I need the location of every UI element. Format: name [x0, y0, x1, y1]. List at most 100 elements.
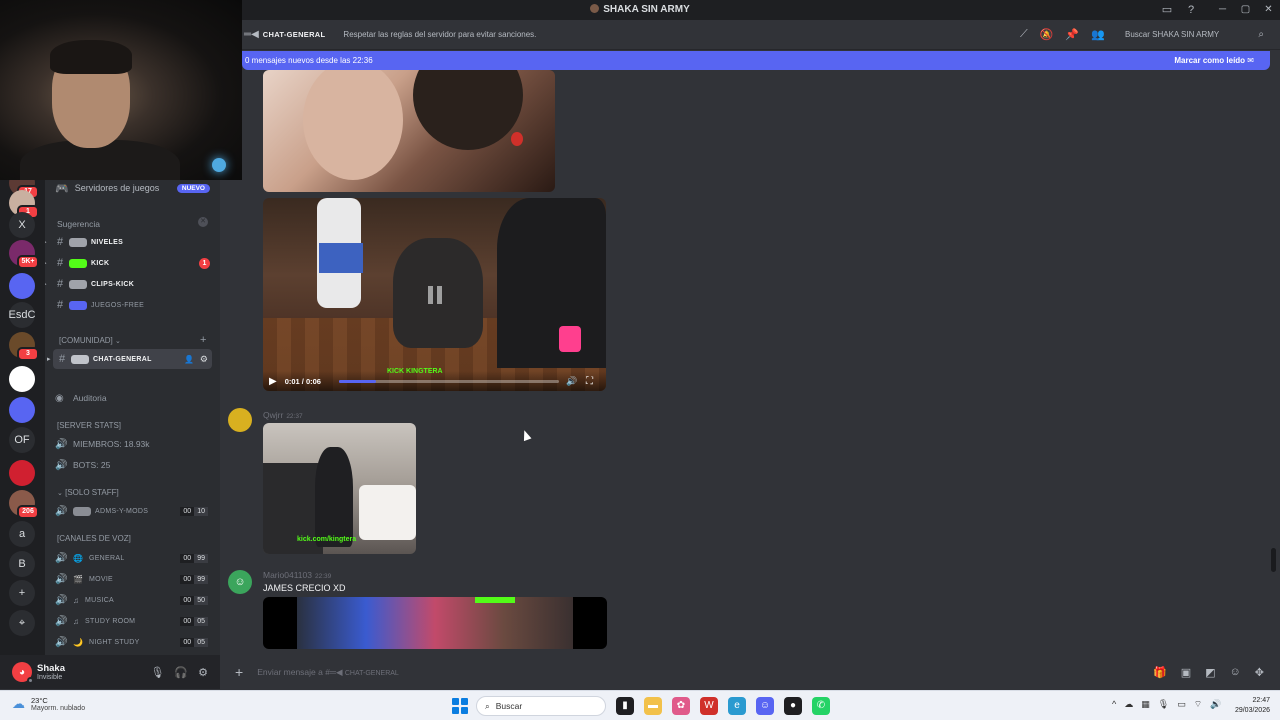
- server-stats-category[interactable]: [SERVER STATS]: [57, 421, 121, 430]
- server-icon-folder-1[interactable]: [9, 273, 35, 299]
- members-icon[interactable]: 👥: [1091, 28, 1105, 41]
- server-icon-server-6[interactable]: [9, 460, 35, 486]
- microphone-icon[interactable]: 🎙: [150, 666, 164, 679]
- voice-category[interactable]: [CANALES DE VOZ]: [57, 534, 131, 543]
- voice-channel-movie[interactable]: 🔊 🎬 MOVIE 00 99: [45, 569, 220, 589]
- server-icon-server-3[interactable]: 5K+: [9, 240, 39, 269]
- game-servers-item[interactable]: 🎮 Servidores de juegos NUEVO: [45, 178, 220, 198]
- author-name[interactable]: Mario041103: [263, 570, 312, 580]
- voice-channel-musica[interactable]: 🔊 ♫ MUSICA 00 50: [45, 590, 220, 610]
- mark-as-read-button[interactable]: Marcar como leído ✉: [1174, 56, 1254, 65]
- audit-item[interactable]: ◉ Auditoria: [45, 388, 220, 408]
- pin-icon[interactable]: 📌: [1065, 28, 1079, 41]
- avatar[interactable]: ☺: [228, 570, 252, 594]
- gift-icon[interactable]: 🎁: [1153, 666, 1167, 679]
- close-button[interactable]: ✕: [1257, 0, 1280, 20]
- headphones-icon[interactable]: 🎧: [174, 666, 188, 679]
- fullscreen-icon[interactable]: ⛶: [586, 376, 593, 387]
- members-stat[interactable]: 🔊 MIEMBROS: 18.93k: [45, 434, 220, 454]
- channel-topic[interactable]: Respetar las reglas del servidor para ev…: [343, 30, 536, 39]
- channel-kick[interactable]: ▸ # KICK 1: [45, 253, 220, 273]
- search-input[interactable]: Buscar SHAKA SIN ARMY ⌕: [1120, 26, 1270, 44]
- video-progress-bar[interactable]: [339, 380, 559, 383]
- channel-chat-general[interactable]: ▸ # CHAT-GENERAL 👤 ⚙: [47, 349, 212, 369]
- whatsapp-icon[interactable]: ✆: [812, 697, 830, 715]
- voice-channel-adms[interactable]: 🔊 ADMS-Y-MODS 00 10: [45, 501, 220, 521]
- server-icon-server-5[interactable]: [9, 366, 35, 392]
- server-icon-explore[interactable]: ⌖: [9, 610, 35, 636]
- server-icon-add-server[interactable]: +: [9, 580, 35, 606]
- volume-icon[interactable]: 🔊: [566, 376, 577, 387]
- scrollbar[interactable]: [1271, 548, 1276, 572]
- sticker-icon[interactable]: ◩: [1205, 666, 1215, 679]
- volume-icon[interactable]: 🔊: [1210, 699, 1221, 710]
- emoji-icon[interactable]: ☺: [1230, 666, 1241, 679]
- edge-icon[interactable]: e: [728, 697, 746, 715]
- channel-name: GENERAL: [88, 554, 125, 562]
- channel-juegos-free[interactable]: # JUEGOS-FREE: [45, 295, 220, 315]
- minimize-button[interactable]: ─: [1211, 0, 1234, 20]
- voice-channel-study-room[interactable]: 🔊 ♫ STUDY ROOM 00 05: [45, 611, 220, 631]
- task-view-icon[interactable]: ▮: [616, 697, 634, 715]
- server-icon-folder-2[interactable]: [9, 397, 35, 423]
- inbox-icon[interactable]: ▭: [1160, 3, 1174, 17]
- taskbar-clock[interactable]: 22:47 29/03/2026: [1222, 696, 1270, 716]
- new-messages-bar[interactable]: 0 mensajes nuevos desde las 22:36 Marcar…: [242, 51, 1270, 70]
- apps-icon[interactable]: ✥: [1255, 666, 1264, 679]
- maximize-button[interactable]: ▢: [1234, 0, 1257, 20]
- video-attachment[interactable]: KICK KINGTERA ▶ 0:01 / 0:06 🔊 ⛶: [263, 198, 606, 391]
- channel-clips-kick[interactable]: ▸ # CLIPS-KICK: [45, 274, 220, 294]
- server-icon-server-esdc[interactable]: EsdC: [9, 302, 35, 328]
- notification-bell-icon[interactable]: 🔕: [1040, 28, 1054, 41]
- add-channel-icon[interactable]: +: [200, 334, 206, 346]
- new-messages-label: 0 mensajes nuevos desde las 22:36: [245, 56, 373, 65]
- gif-icon[interactable]: ▣: [1181, 666, 1191, 679]
- image-attachment[interactable]: kick.com/kingtera: [263, 423, 416, 554]
- channel-emoji-icon: 🎬: [73, 574, 83, 584]
- weather-widget[interactable]: ☁ 23°C Mayorm. nublado: [12, 696, 85, 712]
- app-icon[interactable]: ●: [784, 697, 802, 715]
- author-name[interactable]: Qwjrr: [263, 410, 283, 420]
- onedrive-icon[interactable]: ☁: [1124, 699, 1133, 710]
- image-attachment[interactable]: [263, 597, 607, 649]
- settings-icon[interactable]: ⚙: [198, 666, 208, 679]
- image-attachment[interactable]: [263, 70, 555, 192]
- avatar[interactable]: ◕: [12, 662, 34, 684]
- help-icon[interactable]: ?: [1184, 3, 1198, 17]
- channel-emoji-icon: 🌙: [73, 637, 83, 647]
- chevron-up-icon[interactable]: ^: [1112, 699, 1116, 710]
- avatar[interactable]: [228, 408, 252, 432]
- voice-channel-night-study[interactable]: 🔊 🌙 NIGHT STUDY 00 05: [45, 632, 220, 652]
- staff-category[interactable]: ⌄ [SOLO STAFF]: [57, 488, 119, 497]
- community-category[interactable]: [COMUNIDAD] ⌄: [59, 336, 121, 345]
- tray-app-icon[interactable]: ▦: [1141, 699, 1150, 710]
- server-icon-server-a[interactable]: a: [9, 521, 35, 547]
- invite-icon[interactable]: 👤: [184, 355, 194, 364]
- server-icon-server-7[interactable]: 206: [9, 490, 39, 519]
- video-controls: ▶ 0:01 / 0:06 🔊 ⛶: [263, 371, 606, 391]
- gear-icon[interactable]: ⚙: [200, 354, 208, 365]
- attach-icon[interactable]: +: [235, 664, 243, 680]
- channel-niveles[interactable]: ▸ # NIVELES: [45, 232, 220, 252]
- server-label: +: [18, 587, 26, 599]
- message-input[interactable]: Enviar mensaje a #═◀ CHAT-GENERAL: [257, 667, 399, 678]
- windows-start-icon[interactable]: [452, 698, 468, 714]
- server-icon-server-4[interactable]: 3: [9, 332, 39, 361]
- dismiss-suggestion-icon[interactable]: ✕: [198, 217, 208, 227]
- wifi-icon[interactable]: ⌔: [1194, 699, 1202, 710]
- file-explorer-icon[interactable]: ▬: [644, 697, 662, 715]
- voice-channel-general[interactable]: 🔊 🌐 GENERAL 00 99: [45, 548, 220, 568]
- server-icon-server-x[interactable]: X: [9, 212, 35, 238]
- microphone-icon[interactable]: 🎙: [1158, 699, 1169, 710]
- server-icon-server-of[interactable]: OF: [9, 427, 35, 453]
- wps-icon[interactable]: W: [700, 697, 718, 715]
- threads-icon[interactable]: ⟋: [1020, 28, 1028, 41]
- server-icon-server-b[interactable]: B: [9, 551, 35, 577]
- taskbar-search[interactable]: ⌕ Buscar: [476, 696, 606, 716]
- copilot-icon[interactable]: ✿: [672, 697, 690, 715]
- bots-stat[interactable]: 🔊 BOTS: 25: [45, 455, 220, 475]
- monitor-icon[interactable]: ▭: [1177, 699, 1186, 710]
- discord-taskbar-icon[interactable]: ☺: [756, 697, 774, 715]
- pause-icon[interactable]: [428, 286, 442, 304]
- play-icon[interactable]: ▶: [269, 376, 277, 387]
